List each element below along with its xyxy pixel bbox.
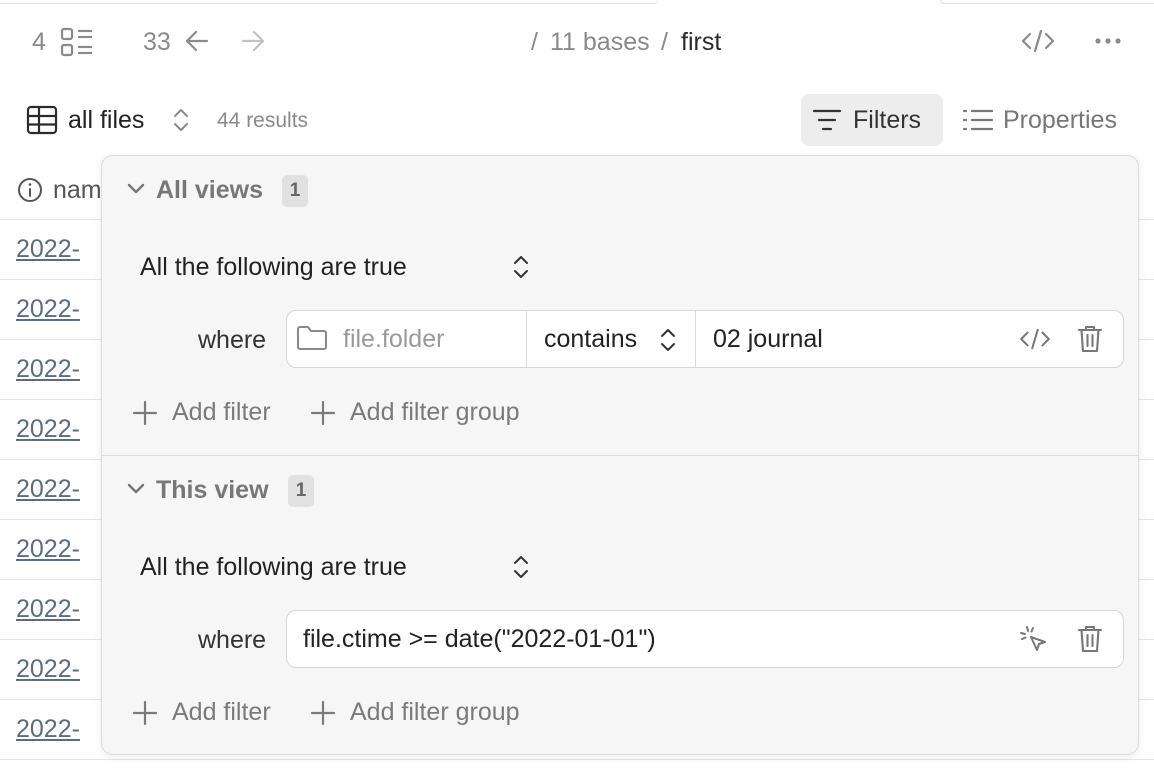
code-icon[interactable] xyxy=(1019,327,1051,351)
chevrons-up-down-icon[interactable] xyxy=(512,554,530,580)
filters-popover: All views 1 All the following are true w… xyxy=(101,155,1139,755)
file-link[interactable]: 2022- xyxy=(16,535,80,564)
file-link[interactable]: 2022- xyxy=(16,475,80,504)
chevron-down-icon xyxy=(126,182,146,196)
plus-icon xyxy=(132,700,158,726)
breadcrumb-parent[interactable]: 11 bases xyxy=(550,28,650,57)
list-icon xyxy=(962,108,994,132)
all-views-section: All views 1 All the following are true w… xyxy=(102,156,1138,456)
plus-icon xyxy=(310,400,336,426)
breadcrumb-current[interactable]: first xyxy=(681,28,721,57)
list-layout-icon[interactable] xyxy=(60,26,94,58)
breadcrumb-separator: / xyxy=(531,28,538,56)
add-filter-label: Add filter xyxy=(172,698,271,726)
trash-icon[interactable] xyxy=(1077,324,1103,354)
chevrons-up-down-icon[interactable] xyxy=(659,327,677,353)
file-link[interactable]: 2022- xyxy=(16,415,80,444)
where-label: where xyxy=(198,626,267,654)
add-filter-group-label: Add filter group xyxy=(350,398,520,426)
this-view-section: This view 1 All the following are true w… xyxy=(102,455,1138,754)
trash-icon[interactable] xyxy=(1077,624,1103,654)
add-filter-group-label: Add filter group xyxy=(350,698,520,726)
breadcrumb-separator: / xyxy=(661,28,668,56)
results-count: 44 results xyxy=(217,109,309,132)
history-count: 33 xyxy=(143,28,171,56)
column-header-name[interactable]: nam xyxy=(53,176,102,205)
filters-label: Filters xyxy=(853,106,922,134)
filter-property-field[interactable]: file.folder xyxy=(343,325,444,354)
more-horizontal-icon[interactable] xyxy=(1094,37,1122,45)
view-toolbar: all files 44 results Filters Properties xyxy=(0,94,1154,146)
filter-expression-input[interactable]: file.ctime >= date("2022-01-01") xyxy=(303,625,656,654)
add-filter-label: Add filter xyxy=(172,398,271,426)
folder-icon xyxy=(296,324,328,352)
file-link[interactable]: 2022- xyxy=(16,235,80,264)
all-views-count-badge: 1 xyxy=(282,175,308,207)
divider xyxy=(526,311,527,367)
conjunction-selector[interactable]: All the following are true xyxy=(140,253,407,282)
arrow-left-icon[interactable] xyxy=(184,28,210,54)
base-header: 4 33 / 11 bases / first xyxy=(0,18,1154,64)
this-view-count-badge: 1 xyxy=(288,475,314,507)
divider xyxy=(695,311,696,367)
filter-operator-select[interactable]: contains xyxy=(544,325,637,354)
file-link[interactable]: 2022- xyxy=(16,295,80,324)
chevrons-up-down-icon[interactable] xyxy=(172,107,190,133)
tab-edge-left xyxy=(0,0,658,4)
filters-button[interactable]: Filters xyxy=(801,94,943,146)
file-link[interactable]: 2022- xyxy=(16,355,80,384)
view-selector[interactable]: all files xyxy=(68,106,144,135)
conjunction-selector[interactable]: All the following are true xyxy=(140,553,407,582)
tab-edge-right xyxy=(940,0,1154,4)
chevron-down-icon xyxy=(126,482,146,496)
mouse-pointer-click-icon[interactable] xyxy=(1019,625,1049,655)
properties-label: Properties xyxy=(1003,106,1117,134)
this-view-title: This view xyxy=(156,476,269,504)
code-icon[interactable] xyxy=(1021,28,1055,54)
filter-lines-icon xyxy=(812,108,842,132)
filter-value-input[interactable]: 02 journal xyxy=(713,325,823,354)
all-views-title: All views xyxy=(156,176,263,204)
views-count: 4 xyxy=(32,28,46,56)
tab-strip-edge xyxy=(0,0,1154,4)
file-link[interactable]: 2022- xyxy=(16,715,80,744)
info-icon xyxy=(17,177,43,203)
file-link[interactable]: 2022- xyxy=(16,595,80,624)
plus-icon xyxy=(132,400,158,426)
properties-button[interactable]: Properties xyxy=(956,94,1146,146)
where-label: where xyxy=(198,326,267,354)
plus-icon xyxy=(310,700,336,726)
table-icon[interactable] xyxy=(26,105,58,135)
arrow-right-icon[interactable] xyxy=(240,28,266,54)
filter-expression-row: file.ctime >= date("2022-01-01") xyxy=(286,610,1124,668)
file-link[interactable]: 2022- xyxy=(16,655,80,684)
filter-condition-row: file.folder contains 02 journal xyxy=(286,310,1124,368)
chevrons-up-down-icon[interactable] xyxy=(512,254,530,280)
